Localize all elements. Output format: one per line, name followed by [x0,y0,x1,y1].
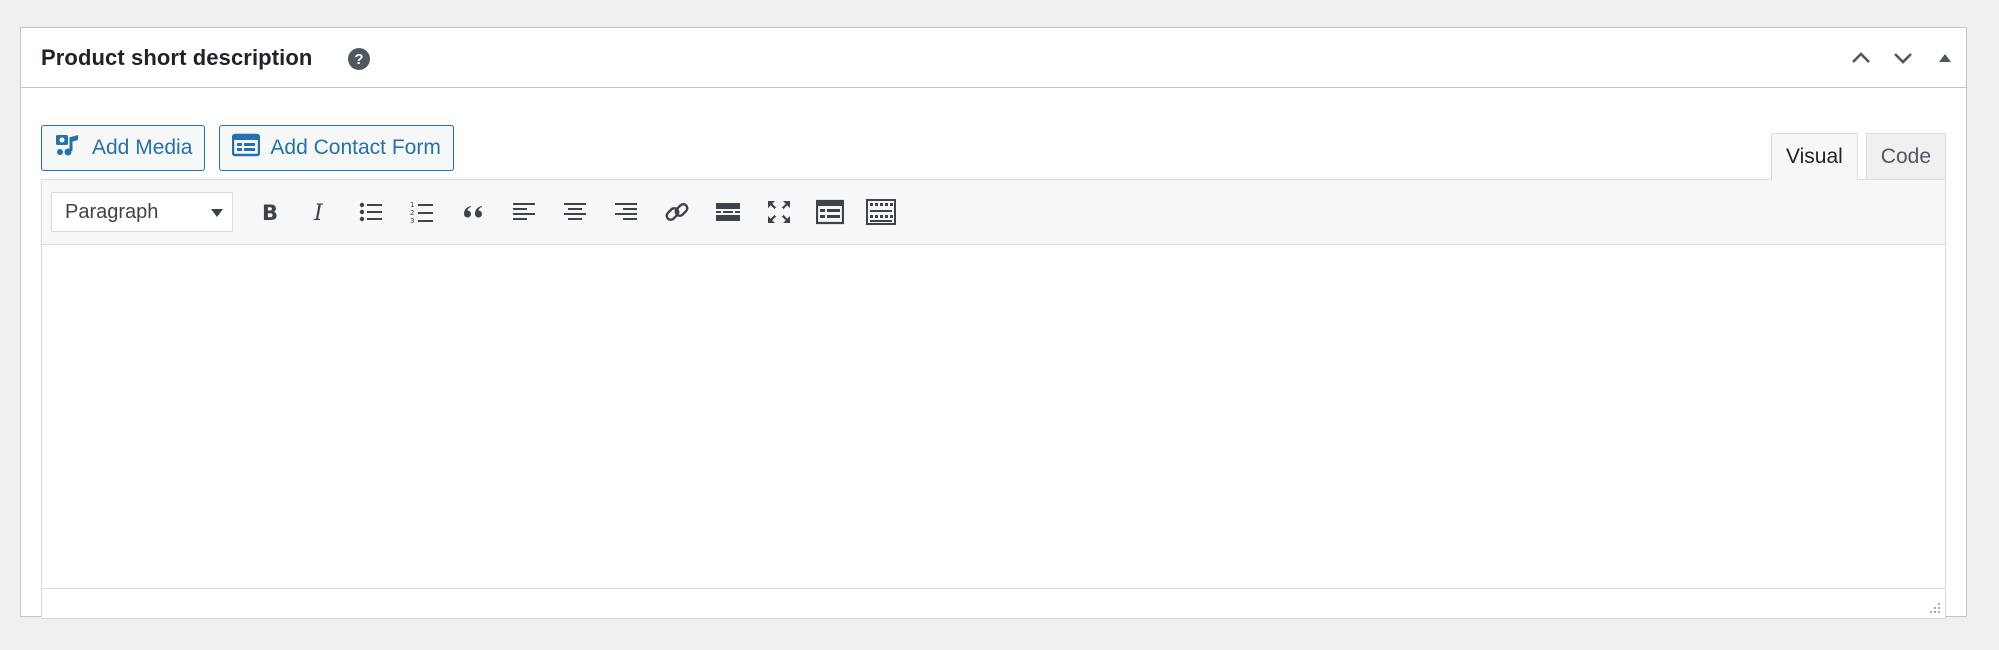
add-contact-form-label: Add Contact Form [270,136,441,159]
toolbar-toggle-icon[interactable] [855,192,906,232]
contact-form-icon[interactable] [804,192,855,232]
help-icon[interactable]: ? [348,48,370,70]
tab-visual[interactable]: Visual [1770,133,1858,180]
panel-header-actions [1840,28,1966,87]
svg-text:1: 1 [410,201,414,209]
align-right-icon[interactable] [600,192,651,232]
bulleted-list-icon[interactable] [345,192,396,232]
toggle-panel-icon[interactable] [1924,37,1966,79]
panel-title: Product short description [41,45,313,70]
svg-text:I: I [313,201,324,224]
editor-tabs: Visual Code [1770,133,1946,180]
align-left-icon[interactable] [498,192,549,232]
dropdown-arrow-icon [210,201,224,224]
italic-icon[interactable]: I [294,192,345,232]
move-down-icon[interactable] [1882,37,1924,79]
editor-content-area[interactable] [41,245,1946,588]
read-more-icon[interactable] [702,192,753,232]
resize-handle-icon[interactable] [1927,600,1941,614]
product-short-description-panel: Product short description ? Add Media Ad… [20,27,1967,619]
editor-toolbar: Paragraph B I 1 2 3 [41,179,1946,245]
move-up-icon[interactable] [1840,37,1882,79]
align-center-icon[interactable] [549,192,600,232]
add-contact-form-button[interactable]: Add Contact Form [219,125,454,171]
bold-icon[interactable]: B [243,192,294,232]
svg-text:B: B [262,201,278,224]
numbered-list-icon[interactable]: 1 2 3 [396,192,447,232]
format-select-value: Paragraph [65,200,159,223]
tab-code[interactable]: Code [1865,133,1946,179]
editor-statusbar [41,588,1946,619]
panel-header: Product short description ? [21,28,1966,88]
media-buttons: Add Media Add Contact Form [41,125,454,171]
add-media-label: Add Media [92,136,193,159]
format-select[interactable]: Paragraph [51,192,233,232]
contact-form-icon [232,132,261,164]
blockquote-icon[interactable] [447,192,498,232]
svg-text:2: 2 [410,209,414,217]
add-media-button[interactable]: Add Media [41,125,206,171]
insert-link-icon[interactable] [651,192,702,232]
add-media-icon [54,131,82,165]
fullscreen-icon[interactable] [753,192,804,232]
svg-text:3: 3 [410,217,414,225]
